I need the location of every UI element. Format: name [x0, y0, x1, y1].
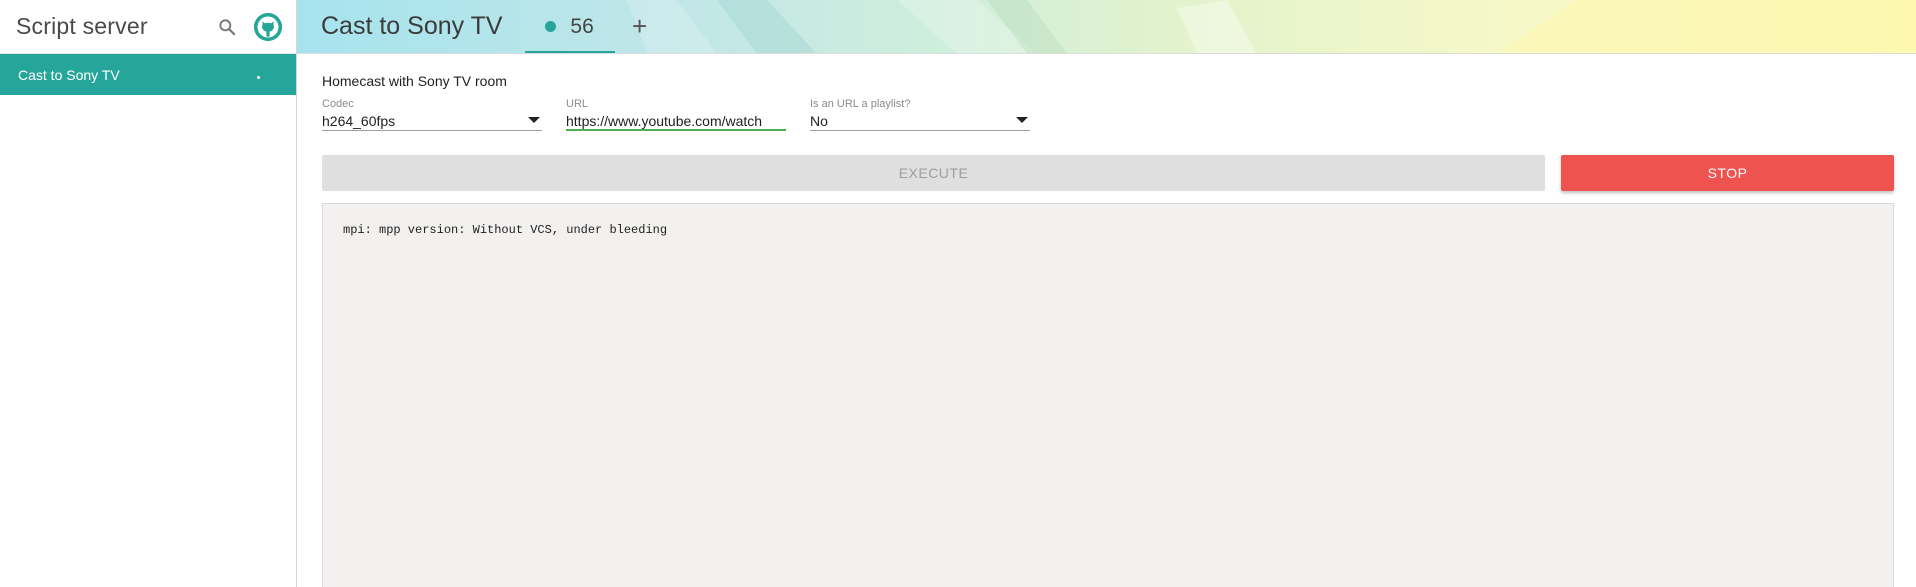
github-icon[interactable]	[254, 12, 282, 41]
app-root: Script server Cast to Sony TV Cast to So…	[0, 0, 1916, 587]
sidebar-header: Script server	[0, 0, 296, 54]
codec-select[interactable]: Codec h264_60fps	[322, 98, 542, 131]
page-title: Cast to Sony TV	[321, 12, 503, 40]
actions-row: EXECUTE STOP	[322, 155, 1894, 191]
search-icon[interactable]	[215, 15, 239, 39]
playlist-select[interactable]: Is an URL a playlist? No	[810, 98, 1030, 131]
sidebar-item-cast-to-sony-tv[interactable]: Cast to Sony TV	[0, 54, 296, 95]
app-title: Script server	[16, 13, 148, 39]
dropdown-arrow-icon[interactable]	[528, 117, 540, 123]
tab-active-indicator	[524, 51, 615, 53]
url-label: URL	[566, 98, 589, 110]
main-panel: Cast to Sony TV 56 + Homecast with Sony …	[297, 0, 1916, 587]
tab-execution-56[interactable]: 56	[524, 0, 615, 53]
stop-button[interactable]: STOP	[1561, 155, 1894, 191]
parameters-row: Codec h264_60fps URL https://www.youtube…	[322, 98, 1894, 131]
running-indicator-icon	[257, 76, 260, 79]
main-header: Cast to Sony TV 56 +	[297, 0, 1916, 54]
log-panel[interactable]: mpi: mpp version: Without VCS, under ble…	[322, 203, 1894, 587]
script-description: Homecast with Sony TV room	[322, 73, 507, 89]
tab-execution-id: 56	[570, 14, 594, 38]
url-input[interactable]: https://www.youtube.com/watch	[566, 111, 786, 131]
playlist-label: Is an URL a playlist?	[810, 98, 911, 110]
playlist-value[interactable]: No	[810, 111, 1030, 131]
status-dot-icon	[545, 21, 557, 32]
plus-icon[interactable]: +	[615, 0, 665, 53]
sidebar: Script server Cast to Sony TV	[0, 0, 297, 587]
dropdown-arrow-icon[interactable]	[1016, 117, 1028, 123]
log-line: mpi: mpp version: Without VCS, under ble…	[343, 223, 668, 237]
execute-button[interactable]: EXECUTE	[322, 155, 1545, 191]
script-content: Homecast with Sony TV room Codec h264_60…	[297, 73, 1916, 587]
sidebar-item-label: Cast to Sony TV	[18, 66, 120, 83]
script-list: Cast to Sony TV	[0, 54, 296, 95]
codec-value[interactable]: h264_60fps	[322, 111, 542, 131]
url-field[interactable]: URL https://www.youtube.com/watch	[566, 98, 786, 131]
codec-label: Codec	[322, 98, 354, 110]
